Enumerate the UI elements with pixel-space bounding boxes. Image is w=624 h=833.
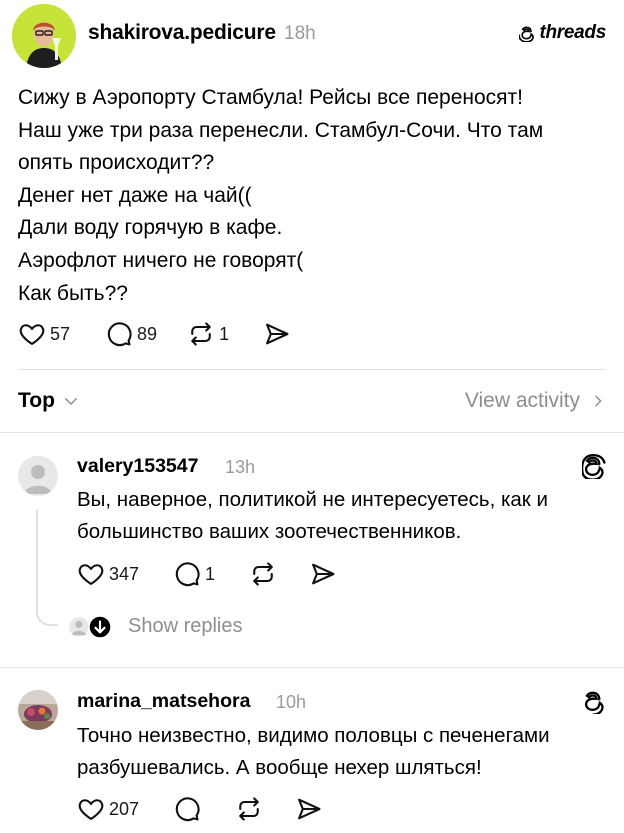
heart-icon: [19, 324, 45, 346]
comment-icon: [107, 322, 132, 347]
comment-icon: [175, 562, 200, 587]
divider: [18, 369, 606, 370]
post-line: Сижу в Аэропорту Стамбула! Рейсы все пер…: [18, 86, 524, 109]
chevron-right-icon[interactable]: [590, 392, 606, 410]
repost-button[interactable]: [249, 560, 277, 588]
author-avatar[interactable]: [12, 4, 76, 68]
post-time: 18h: [284, 23, 316, 44]
comment-time: 10h: [276, 692, 307, 712]
thread-line: [36, 510, 38, 612]
like-count: 57: [50, 323, 71, 344]
comment-actions: 207: [77, 795, 323, 823]
threads-logo-icon: [519, 26, 535, 42]
share-button[interactable]: [295, 795, 323, 823]
share-button[interactable]: [263, 320, 291, 348]
post-header: shakirova.pedicure 18h threads: [0, 0, 624, 70]
post-line: опять происходит??: [18, 151, 215, 175]
like-button[interactable]: 57: [18, 320, 70, 348]
comment-text: Точно неизвестно, видимо половцы с печен…: [77, 720, 607, 784]
divider: [0, 432, 624, 433]
heart-icon: [78, 564, 104, 586]
repost-button[interactable]: [235, 795, 263, 823]
sort-dropdown[interactable]: Top: [18, 389, 55, 413]
avatar-photo: [12, 4, 76, 68]
comment-line: Точно неизвестно, видимо половцы с печен…: [77, 724, 550, 747]
threads-logo-icon: [584, 691, 604, 714]
comment-line: Вы, наверное, политикой не интересуетесь…: [77, 488, 548, 511]
default-avatar-icon: [18, 456, 58, 496]
comment-actions: 347 1: [77, 560, 337, 588]
like-button[interactable]: 347: [77, 560, 139, 588]
send-icon: [312, 563, 335, 585]
repost-count: 1: [219, 323, 230, 344]
repost-icon: [253, 562, 273, 586]
comment-avatar[interactable]: [18, 690, 58, 730]
repost-icon: [239, 797, 259, 821]
send-icon: [266, 323, 289, 345]
post-line: Дали воду горячую в кафе.: [18, 216, 283, 240]
reply-avatars[interactable]: [67, 615, 113, 639]
send-icon: [298, 798, 321, 820]
comment-time: 13h: [225, 457, 256, 477]
thread-curve: [36, 612, 58, 626]
post-actions: 57 89 1: [18, 320, 291, 348]
comment-line: разбушевались. А вообще нехер шляться!: [77, 756, 482, 779]
divider: [0, 667, 624, 668]
post-text: Сижу в Аэропорту Стамбула! Рейсы все пер…: [18, 82, 613, 310]
avatar-photo: [18, 690, 58, 730]
comment-text: Вы, наверное, политикой не интересуетесь…: [77, 484, 607, 548]
reply-button[interactable]: 1: [173, 560, 215, 588]
reply-button[interactable]: [173, 795, 201, 823]
threads-brand: threads: [519, 22, 606, 44]
chevron-down-icon[interactable]: [62, 392, 80, 410]
reply-avatars-icon: [67, 615, 112, 639]
post-author[interactable]: shakirova.pedicure: [88, 21, 276, 45]
repost-button[interactable]: 1: [187, 320, 229, 348]
comment-username[interactable]: valery153547: [77, 455, 198, 478]
like-count: 347: [109, 563, 140, 584]
post-line: Аэрофлот ничего не говорят(: [18, 248, 304, 272]
threads-logo-icon: [582, 453, 606, 479]
comment-line: большинство ваших зоотечественников.: [77, 520, 462, 543]
post-line: Как быть??: [18, 281, 128, 305]
like-button[interactable]: 207: [77, 795, 139, 823]
reply-button[interactable]: 89: [105, 320, 157, 348]
reply-count: 1: [205, 563, 216, 584]
heart-icon: [78, 799, 104, 821]
comment-avatar[interactable]: [18, 456, 58, 496]
replies-sort-row: Top View activity: [0, 380, 624, 422]
brand-label: threads: [539, 22, 606, 43]
show-replies-link[interactable]: Show replies: [128, 615, 243, 638]
comment-icon: [175, 797, 200, 822]
post-line: Наш уже три раза перенесли. Стамбул-Сочи…: [18, 118, 544, 142]
comment-username[interactable]: marina_matsehora: [77, 690, 250, 713]
reply-count: 89: [137, 323, 158, 344]
repost-icon: [191, 322, 211, 346]
post-line: Денег нет даже на чай((: [18, 183, 252, 207]
view-activity-link[interactable]: View activity: [465, 389, 580, 413]
like-count: 207: [109, 798, 140, 819]
share-button[interactable]: [309, 560, 337, 588]
